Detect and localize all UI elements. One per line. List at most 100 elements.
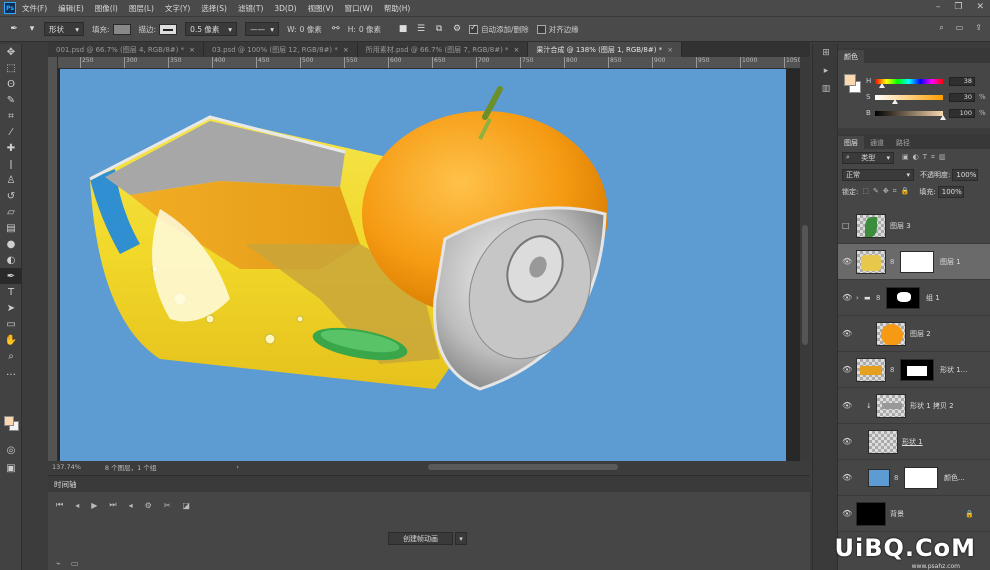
layer-name[interactable]: 颜色...: [944, 473, 965, 483]
menu-view[interactable]: 视图(V): [308, 3, 334, 14]
menu-select[interactable]: 选择(S): [201, 3, 227, 14]
close-icon[interactable]: ✕: [976, 2, 984, 12]
layer-filter-select[interactable]: ⌕ 类型 ▾: [842, 151, 894, 164]
convert-icon[interactable]: ⌁: [56, 559, 61, 568]
link-icon[interactable]: 8: [894, 474, 902, 482]
group-mask-thumbnail[interactable]: [886, 286, 920, 309]
create-frame-animation-button[interactable]: 创建帧动画: [388, 532, 453, 545]
eye-icon[interactable]: 👁: [842, 401, 856, 410]
close-icon[interactable]: ×: [343, 46, 349, 54]
first-frame-icon[interactable]: ⏮: [56, 500, 63, 510]
gradient-tool-icon[interactable]: ▤: [0, 220, 22, 236]
layer-name[interactable]: 图层 1: [940, 257, 961, 267]
color-swatches[interactable]: [4, 416, 20, 432]
menu-layer[interactable]: 图层(L): [129, 3, 154, 14]
layer-row-layer-3[interactable]: □ 图层 3: [838, 208, 990, 244]
previous-frame-icon[interactable]: ◂: [75, 501, 79, 510]
layer-name[interactable]: 图层 2: [910, 329, 931, 339]
dodge-tool-icon[interactable]: ◐: [0, 252, 22, 268]
status-menu-icon[interactable]: ›: [236, 463, 239, 471]
play-icon[interactable]: ▶: [91, 501, 97, 510]
next-frame-icon[interactable]: ⏭: [109, 500, 116, 510]
audio-icon[interactable]: ◂: [129, 501, 133, 510]
tab-paths[interactable]: 路径: [890, 136, 916, 149]
layer-row-shape-1-copy-2[interactable]: 👁 ↓ 形状 1 拷贝 2: [838, 388, 990, 424]
canvas-area[interactable]: [58, 69, 800, 461]
layer-name[interactable]: 形状 1...: [940, 365, 967, 375]
stroke-swatch[interactable]: [159, 23, 178, 35]
layer-name[interactable]: 背景: [890, 509, 904, 519]
path-selection-tool-icon[interactable]: ➤: [0, 300, 22, 316]
history-icon[interactable]: ⊞: [813, 44, 839, 62]
link-icon[interactable]: 8: [890, 366, 898, 374]
layer-row-shape-1[interactable]: 👁 形状 1: [838, 424, 990, 460]
link-icon[interactable]: 8: [890, 258, 898, 266]
split-icon[interactable]: ✂: [164, 501, 171, 510]
foreground-color-swatch[interactable]: [844, 74, 856, 86]
path-alignment-icon[interactable]: ☰: [415, 23, 427, 35]
eye-icon[interactable]: 👁: [842, 329, 856, 338]
brightness-value[interactable]: 100: [949, 108, 975, 118]
eye-icon[interactable]: 👁: [842, 509, 856, 518]
layer-name[interactable]: 形状 1: [902, 437, 923, 447]
foreground-color-swatch[interactable]: [4, 416, 14, 426]
settings-icon[interactable]: ⚙: [145, 501, 152, 510]
blend-mode-select[interactable]: 正常 ▾: [842, 168, 914, 181]
marquee-tool-icon[interactable]: ⬚: [0, 60, 22, 76]
align-edges-checkbox[interactable]: [536, 24, 546, 34]
layer-mask-thumbnail[interactable]: [904, 466, 938, 489]
menu-window[interactable]: 窗口(W): [345, 3, 373, 14]
tab-channels[interactable]: 通道: [864, 136, 890, 149]
eraser-tool-icon[interactable]: ▱: [0, 204, 22, 220]
eye-icon[interactable]: 👁: [842, 257, 856, 266]
chevron-down-icon[interactable]: ▾: [455, 532, 467, 545]
layer-name[interactable]: 图层 3: [890, 221, 911, 231]
saturation-slider-thumb[interactable]: [892, 98, 899, 104]
eyedropper-tool-icon[interactable]: ⁄: [0, 124, 22, 140]
menu-3d[interactable]: 3D(D): [274, 4, 296, 13]
layer-name[interactable]: 组 1: [926, 293, 940, 303]
horizontal-ruler[interactable]: 250 300 350 400 450 500 550 600 650 700 750 800 850 9…: [58, 57, 800, 69]
menu-type[interactable]: 文字(Y): [165, 3, 190, 14]
lasso-tool-icon[interactable]: ʘ: [0, 76, 22, 92]
layer-row-color-fill[interactable]: 👁 8 颜色...: [838, 460, 990, 496]
layer-row-layer-1[interactable]: 👁 8 图层 1: [838, 244, 990, 280]
h-input[interactable]: 0 像素: [359, 24, 381, 35]
path-operations-icon[interactable]: ■: [397, 23, 409, 35]
tab-document-1[interactable]: 001.psd @ 66.7% (图层 4, RGB/8#) * ×: [48, 42, 204, 57]
saturation-value[interactable]: 30: [949, 92, 975, 102]
more-tools-icon[interactable]: …: [0, 364, 22, 380]
share-icon[interactable]: ⇪: [975, 23, 982, 33]
chevron-down-icon[interactable]: ▾: [26, 23, 38, 35]
stroke-width-input[interactable]: 0.5 像素 ▾: [185, 22, 238, 36]
menu-help[interactable]: 帮助(H): [384, 3, 411, 14]
eye-icon[interactable]: 👁: [842, 293, 856, 302]
properties-icon[interactable]: ▥: [813, 80, 839, 98]
chevron-down-icon[interactable]: ›: [856, 294, 864, 302]
brightness-slider-thumb[interactable]: [940, 114, 946, 120]
minimize-icon[interactable]: –: [936, 2, 941, 12]
filter-icons[interactable]: ▣◐T⌗▥: [902, 153, 950, 162]
pen-tool-icon[interactable]: ✒: [0, 268, 22, 284]
workspace-icon[interactable]: ▭: [956, 23, 964, 33]
vertical-scroll-thumb[interactable]: [802, 225, 808, 345]
hand-tool-icon[interactable]: ✋: [0, 332, 22, 348]
w-input[interactable]: 0 像素: [300, 24, 322, 35]
quick-select-tool-icon[interactable]: ✎: [0, 92, 22, 108]
zoom-tool-icon[interactable]: ⌕: [0, 348, 22, 364]
history-brush-tool-icon[interactable]: ↺: [0, 188, 22, 204]
blur-tool-icon[interactable]: ●: [0, 236, 22, 252]
move-tool-icon[interactable]: ✥: [0, 44, 22, 60]
clone-stamp-tool-icon[interactable]: ♙: [0, 172, 22, 188]
maximize-icon[interactable]: ❐: [954, 2, 962, 12]
close-icon[interactable]: ×: [189, 46, 195, 54]
fill-input[interactable]: 100%: [937, 185, 964, 198]
fill-swatch[interactable]: [112, 23, 131, 35]
saturation-slider[interactable]: [875, 94, 943, 104]
tab-document-2[interactable]: 03.psd @ 100% (图层 12, RGB/8#) * ×: [204, 42, 358, 57]
layer-mask-thumbnail[interactable]: [900, 250, 934, 273]
vertical-scrollbar[interactable]: [800, 57, 810, 461]
path-arrangement-icon[interactable]: ⧉: [433, 23, 445, 35]
tab-document-3[interactable]: 所用素材.psd @ 66.7% (图层 7, RGB/8#) * ×: [357, 42, 529, 57]
shape-mode-select[interactable]: 形状 ▾: [44, 22, 84, 36]
